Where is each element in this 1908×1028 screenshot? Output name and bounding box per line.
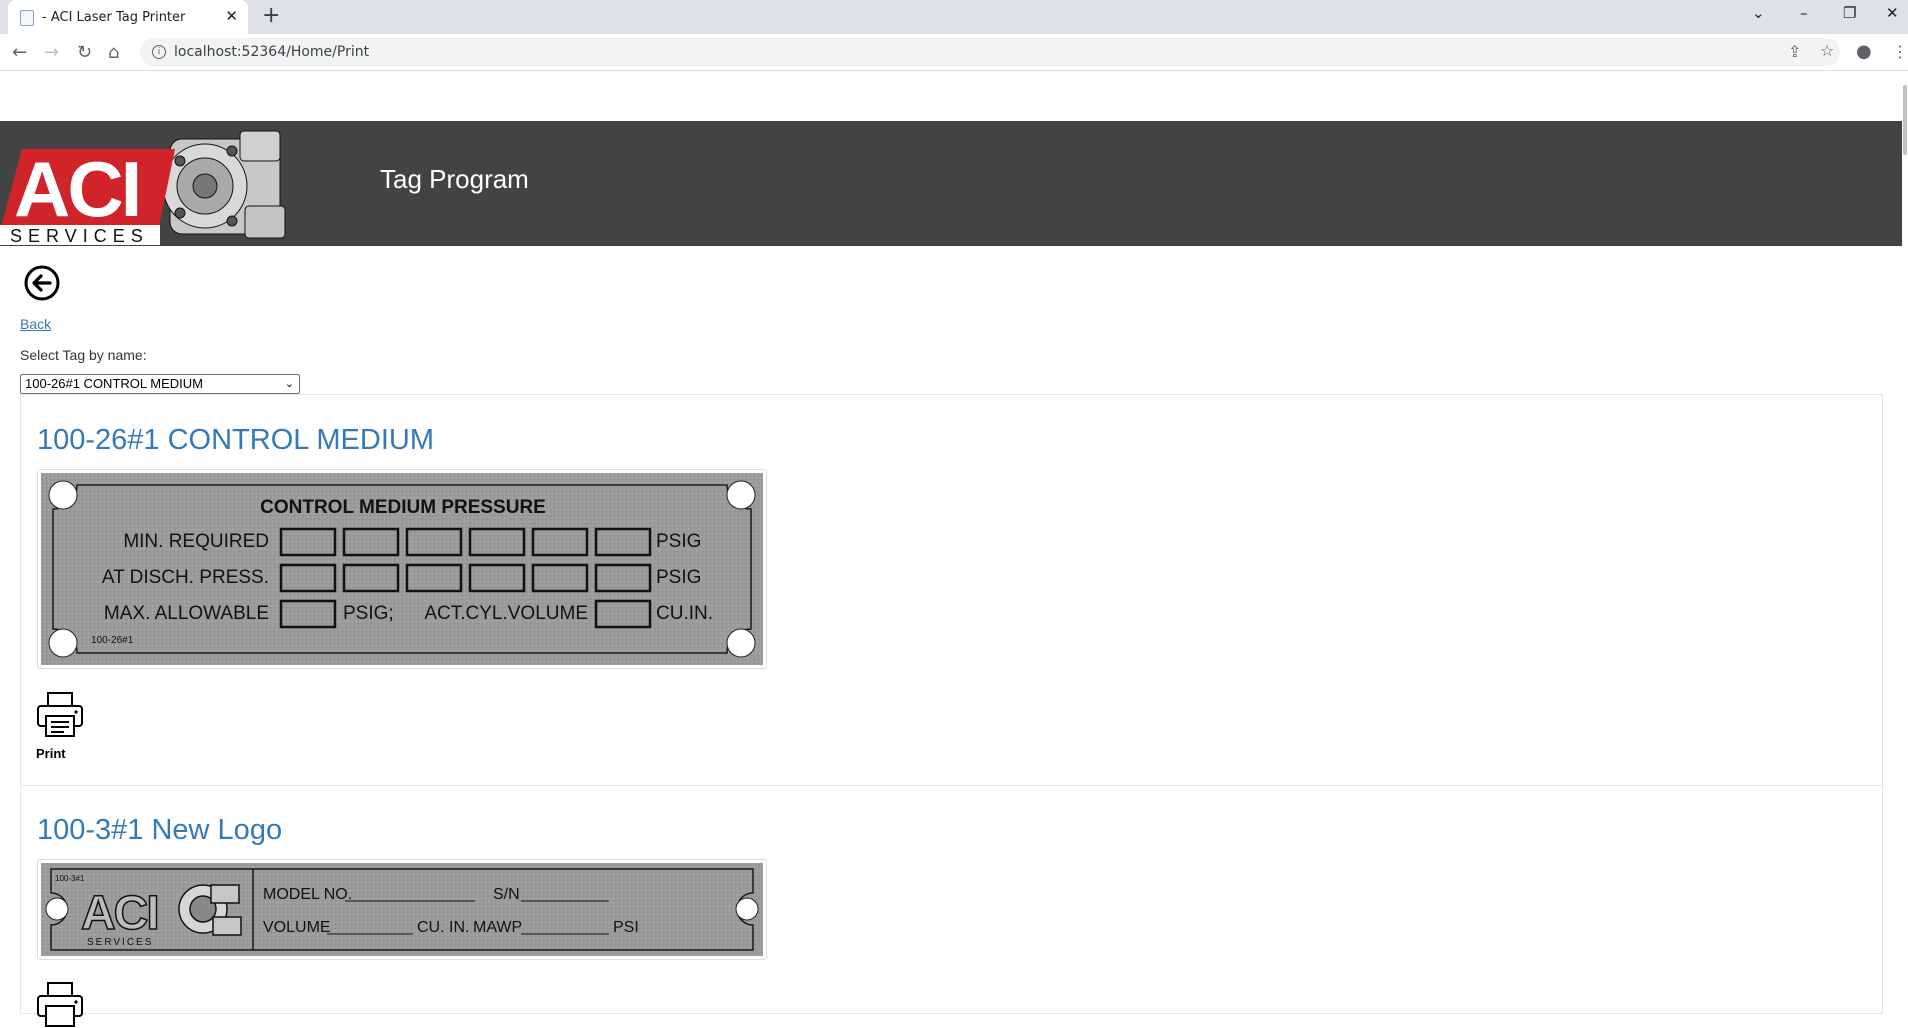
profile-avatar-icon[interactable]: ● [1856, 41, 1872, 62]
tab-title: - ACI Laser Tag Printer [42, 10, 186, 25]
tag-image-frame: 100-3#1 ACI SERVICES MODEL NO. S/N VOLUM… [37, 859, 767, 960]
back-nav-icon[interactable]: ← [12, 42, 27, 63]
aci-logo: ACI SERVICES [0, 130, 286, 246]
restore-button[interactable]: ❐ [1843, 4, 1856, 22]
browser-tabstrip: - ACI Laser Tag Printer ✕ + ⌄ – ❐ ✕ [0, 0, 1908, 34]
select-tag-label: Select Tag by name: [20, 347, 147, 363]
plate-unit-psig-3: PSIG; [343, 603, 394, 624]
browser-tab[interactable]: - ACI Laser Tag Printer ✕ [8, 0, 248, 34]
minimize-button[interactable]: – [1800, 4, 1808, 22]
plate-mawp-label: MAWP [473, 919, 522, 936]
forward-nav-icon[interactable]: → [44, 42, 59, 63]
plate-logo-text: ACI [81, 887, 158, 940]
home-icon[interactable]: ⌂ [108, 42, 119, 63]
plate-code: 100-3#1 [55, 874, 85, 883]
address-bar[interactable]: i localhost:52364/Home/Print ⇪ ☆ [140, 38, 1840, 66]
browser-menu-icon[interactable]: ⋮ [1892, 42, 1908, 61]
page-title: Tag Program [380, 164, 529, 194]
chevron-down-icon: ⌄ [284, 378, 294, 390]
print-button-label[interactable]: Print [36, 746, 66, 761]
plate-heading: CONTROL MEDIUM PRESSURE [260, 497, 546, 518]
logo-subtext: SERVICES [10, 226, 149, 246]
plate-sn-label: S/N [493, 886, 520, 903]
back-link[interactable]: Back [20, 316, 51, 332]
logo-text: ACI [14, 145, 139, 233]
compressor-graphic [162, 130, 286, 239]
tag-image-frame: CONTROL MEDIUM PRESSURE MIN. REQUIRED AT… [37, 469, 767, 669]
plate-model-label: MODEL NO. [263, 886, 352, 903]
share-icon[interactable]: ⇪ [1788, 42, 1801, 61]
plate-row3-label: MAX. ALLOWABLE [104, 603, 269, 624]
back-arrow-icon[interactable] [24, 265, 60, 301]
tag-select-value: 100-26#1 CONTROL MEDIUM [25, 376, 203, 391]
site-info-icon[interactable]: i [152, 45, 166, 59]
tag-plate-image: CONTROL MEDIUM PRESSURE MIN. REQUIRED AT… [41, 473, 763, 665]
close-window-button[interactable]: ✕ [1886, 4, 1899, 22]
page-scrollbar[interactable] [1902, 71, 1908, 1011]
tag-title: 100-26#1 CONTROL MEDIUM [37, 424, 434, 456]
plate-row1-label: MIN. REQUIRED [123, 531, 269, 552]
tag-select-dropdown[interactable]: 100-26#1 CONTROL MEDIUM ⌄ [20, 374, 300, 394]
plate-unit-psig-2: PSIG [656, 567, 701, 588]
plate-unit-psig-1: PSIG [656, 531, 701, 552]
plate-cuin-label: CU. IN. [417, 919, 469, 936]
tab-search-icon[interactable]: ⌄ [1752, 4, 1765, 22]
tag-title: 100-3#1 New Logo [37, 814, 283, 846]
bookmark-star-icon[interactable]: ☆ [1820, 41, 1834, 60]
scrollbar-thumb[interactable] [1903, 85, 1907, 155]
printer-icon[interactable] [36, 980, 84, 1028]
plate-volume-label: VOLUME [263, 919, 331, 936]
page-favicon-icon [20, 10, 34, 26]
card-divider [20, 785, 1883, 786]
tab-close-icon[interactable]: ✕ [225, 7, 238, 25]
plate-psi-label: PSI [613, 919, 639, 936]
reload-icon[interactable]: ↻ [77, 42, 92, 63]
plate-act-label: ACT.CYL.VOLUME [424, 603, 588, 624]
site-header: ACI SERVICES Tag Program [0, 121, 1902, 246]
tag-plate-image: 100-3#1 ACI SERVICES MODEL NO. S/N VOLUM… [41, 863, 763, 956]
printer-icon[interactable] [36, 690, 84, 738]
browser-toolbar: ← → ↻ ⌂ i localhost:52364/Home/Print ⇪ ☆… [0, 34, 1908, 71]
new-tab-button[interactable]: + [262, 3, 280, 28]
plate-unit-cuin: CU.IN. [656, 603, 713, 624]
plate-logo-subtext: SERVICES [87, 937, 153, 948]
plate-code: 100-26#1 [91, 635, 134, 646]
url-text[interactable]: localhost:52364/Home/Print [174, 44, 369, 60]
plate-row2-label: AT DISCH. PRESS. [102, 567, 269, 588]
